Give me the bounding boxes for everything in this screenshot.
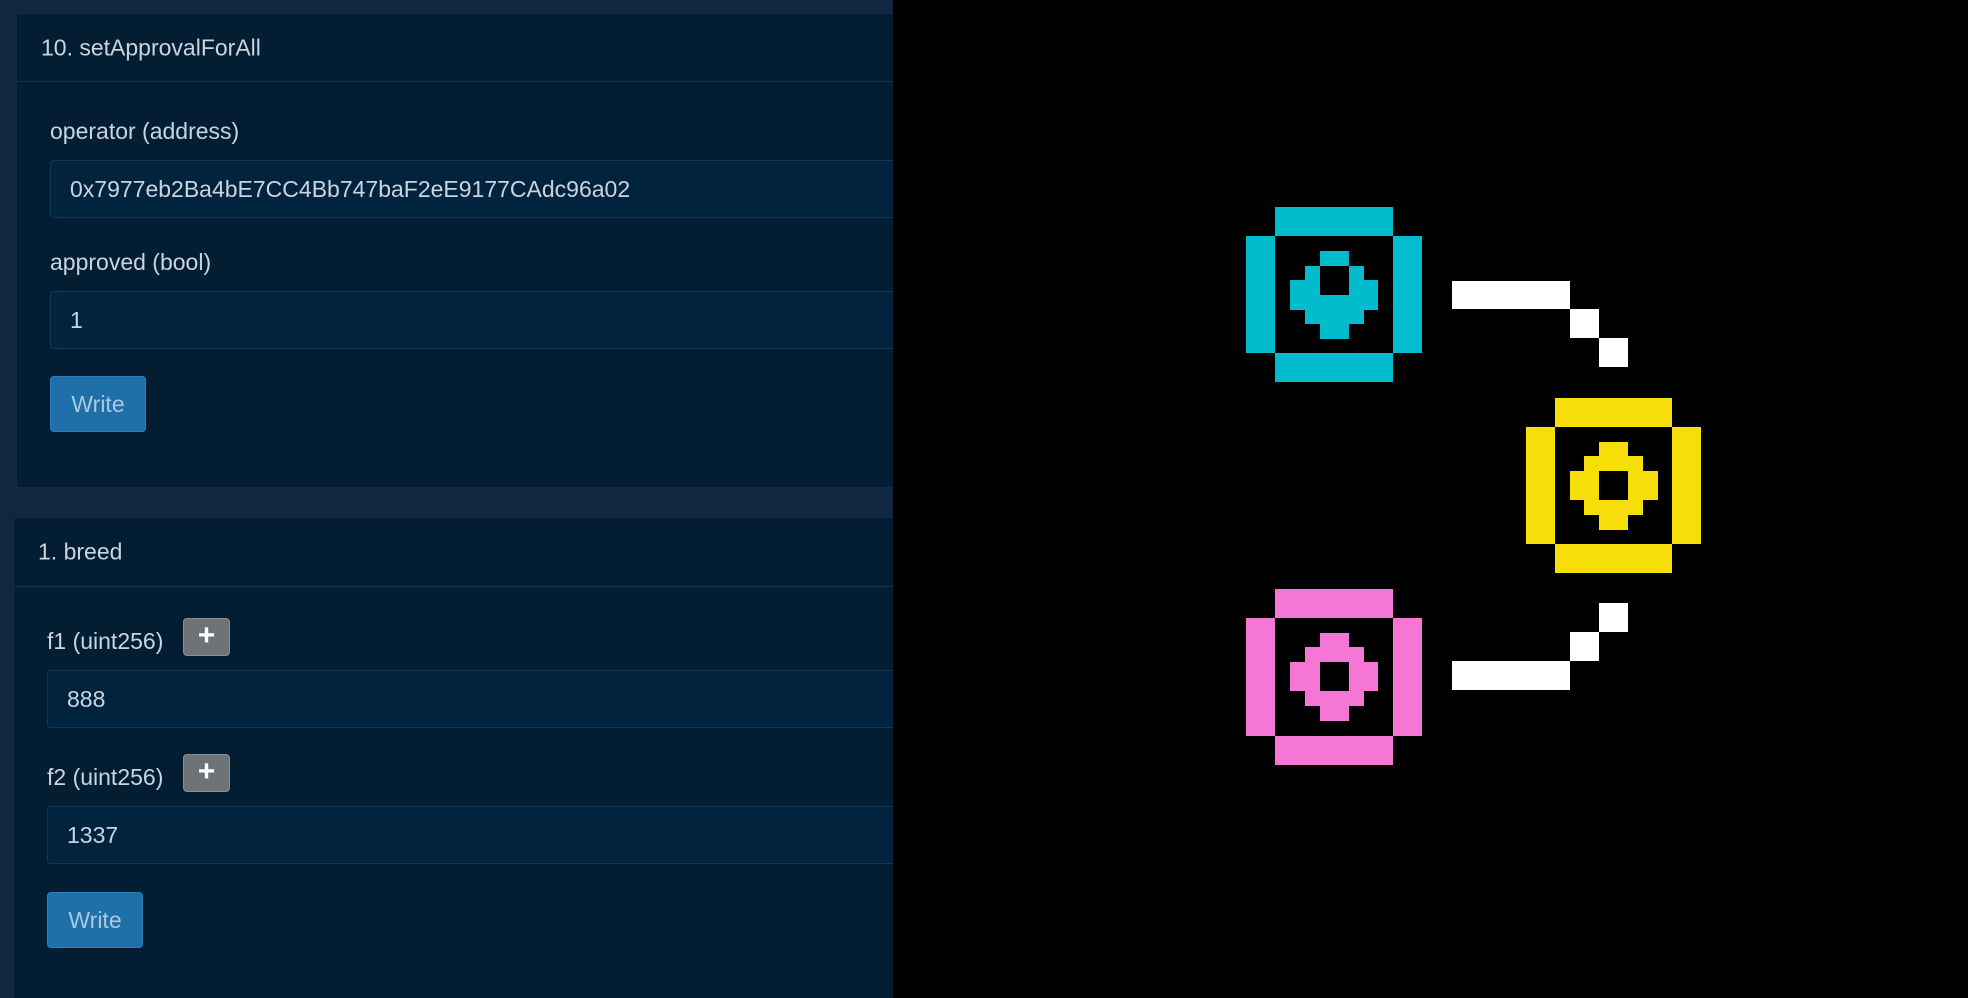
- contract-write-panel: 10. setApprovalForAll operator (address)…: [0, 0, 893, 998]
- breed-write-button[interactable]: Write: [47, 892, 143, 948]
- pixel-art-canvas: [1246, 207, 1701, 765]
- bottom-connector-line: [1452, 603, 1628, 690]
- f2-add-button[interactable]: +: [183, 754, 230, 792]
- breed-card: 1. breed f1 (uint256) + 888 f2 (uint256)…: [13, 517, 893, 998]
- f1-uint256-input[interactable]: 888: [47, 670, 893, 728]
- f2-uint256-input[interactable]: 1337: [47, 806, 893, 864]
- breed-title: 1. breed: [38, 538, 123, 565]
- operator-address-label: operator (address): [50, 118, 240, 144]
- pink-pixel-node-icon: [1246, 589, 1422, 765]
- set-approval-write-button[interactable]: Write: [50, 376, 146, 432]
- f1-add-button[interactable]: +: [183, 618, 230, 656]
- f1-uint256-label: f1 (uint256): [47, 628, 164, 654]
- set-approval-for-all-card: 10. setApprovalForAll operator (address)…: [16, 13, 893, 488]
- cyan-pixel-node-icon: [1246, 207, 1422, 382]
- set-approval-for-all-header[interactable]: 10. setApprovalForAll: [17, 14, 893, 82]
- yellow-pixel-node-icon: [1526, 398, 1701, 573]
- pixel-art-illustration: [893, 0, 1968, 998]
- breed-header[interactable]: 1. breed: [14, 518, 893, 587]
- f2-uint256-label: f2 (uint256): [47, 764, 164, 790]
- operator-address-input[interactable]: 0x7977eb2Ba4bE7CC4Bb747baF2eE9177CAdc96a…: [50, 160, 893, 218]
- approved-bool-label: approved (bool): [50, 249, 212, 275]
- set-approval-for-all-title: 10. setApprovalForAll: [41, 34, 261, 60]
- approved-bool-input[interactable]: 1: [50, 291, 893, 349]
- top-connector-line: [1452, 281, 1628, 367]
